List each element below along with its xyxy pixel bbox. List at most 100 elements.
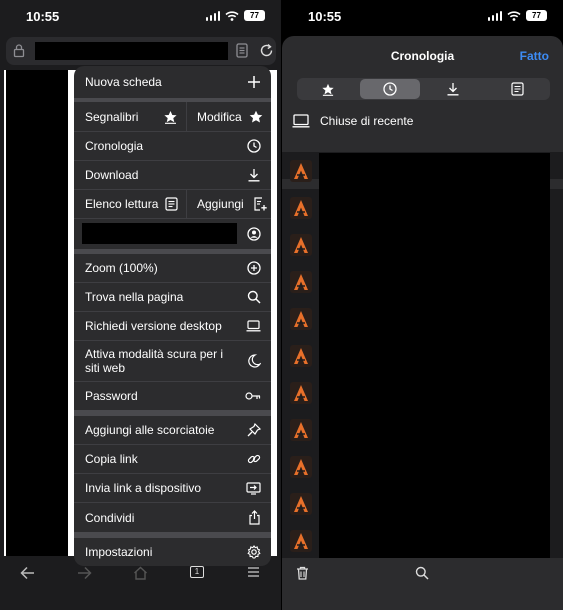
search-icon	[247, 290, 261, 304]
status-bar: 10:55 77	[282, 0, 563, 32]
account-icon	[247, 227, 261, 241]
right-phone: 10:55 77 Cronologia Fatto Chiuse di rece…	[282, 0, 563, 610]
status-icons: 77	[487, 10, 547, 21]
site-favicon-icon[interactable]	[290, 345, 312, 367]
page-redacted	[6, 70, 68, 556]
menu-item-label: Impostazioni	[85, 545, 153, 559]
site-favicon-icon[interactable]	[290, 308, 312, 330]
menu-item-label: Invia link a dispositivo	[85, 481, 202, 495]
tab-downloads[interactable]	[423, 79, 483, 99]
menu-item-label: Elenco lettura	[85, 197, 159, 211]
laptop-icon	[292, 114, 310, 128]
menu-item-label: Aggiungi alle scorciatoie	[85, 423, 215, 437]
zoom-in-icon	[247, 261, 261, 275]
menu-item-add-to-reading-list[interactable]: Aggiungi	[187, 190, 271, 219]
menu-item-bookmarks[interactable]: Segnalibri	[74, 102, 186, 132]
wifi-icon	[225, 10, 239, 21]
menu-item-dark-mode[interactable]: Attiva modalità scura per i siti web	[74, 341, 271, 382]
menu-item-label: Modifica	[197, 109, 242, 124]
main-menu-popup: Nuova scheda Segnalibri Modifica Cronolo…	[74, 66, 271, 566]
menu-item-label: Segnalibri	[85, 109, 139, 124]
reading-list-icon	[165, 197, 178, 211]
menu-item-label: Condividi	[85, 510, 135, 525]
back-arrow-icon[interactable]	[20, 566, 35, 580]
reload-icon[interactable]	[259, 43, 274, 58]
download-icon	[248, 169, 260, 182]
menu-item-copy-link[interactable]: Copia link	[74, 445, 271, 474]
menu-item-history[interactable]: Cronologia	[74, 132, 271, 161]
menu-item-zoom[interactable]: Zoom (100%)	[74, 254, 271, 283]
site-favicon-icon[interactable]	[290, 197, 312, 219]
menu-item-label: Aggiungi	[197, 197, 244, 211]
menu-item-download[interactable]: Download	[74, 161, 271, 190]
menu-item-settings[interactable]: Impostazioni	[74, 538, 271, 566]
bookmarks-star-icon	[322, 83, 334, 96]
tabs-count-button[interactable]: 1	[190, 566, 204, 578]
status-bar: 10:55 77	[0, 0, 281, 32]
reader-mode-icon[interactable]	[236, 43, 248, 58]
history-entries-redacted	[319, 153, 550, 558]
menu-item-find-in-page[interactable]: Trova nella pagina	[74, 283, 271, 312]
menu-item-label: Cronologia	[85, 139, 144, 153]
status-time: 10:55	[308, 9, 342, 24]
site-favicon-icon[interactable]	[290, 419, 312, 441]
menu-item-password[interactable]: Password	[74, 382, 271, 410]
history-list	[282, 140, 563, 558]
battery-indicator: 77	[526, 10, 547, 21]
site-favicon-icon[interactable]	[290, 382, 312, 404]
menu-item-label: Nuova scheda	[85, 75, 162, 89]
menu-item-share[interactable]: Condividi	[74, 503, 271, 532]
site-favicon-icon[interactable]	[290, 271, 312, 293]
menu-vertical-divider	[186, 190, 187, 219]
menu-item-label: Zoom (100%)	[85, 261, 158, 275]
menu-item-send-to-device[interactable]: Invia link a dispositivo	[74, 474, 271, 503]
send-to-device-icon	[246, 481, 261, 495]
done-button[interactable]: Fatto	[520, 49, 549, 63]
site-favicon-icon[interactable]	[290, 530, 312, 552]
address-bar[interactable]	[6, 37, 276, 65]
trash-icon[interactable]	[296, 566, 309, 580]
account-redacted	[82, 223, 237, 244]
wifi-icon	[507, 10, 521, 21]
plus-icon	[248, 76, 260, 88]
history-sheet: Cronologia Fatto Chiuse di recente	[282, 36, 563, 610]
menu-vertical-divider	[186, 102, 187, 132]
site-favicon-icon[interactable]	[290, 493, 312, 515]
status-icons: 77	[205, 10, 265, 21]
laptop-icon	[246, 320, 261, 332]
bookmarks-star-icon	[164, 110, 177, 124]
tab-history[interactable]	[360, 79, 420, 99]
site-favicon-icon[interactable]	[290, 160, 312, 182]
tab-bookmarks[interactable]	[298, 79, 358, 99]
recently-closed-label: Chiuse di recente	[320, 114, 414, 128]
left-phone: 10:55 77 1 Nuova scheda Segnalibri Modif…	[0, 0, 281, 610]
download-icon	[447, 83, 459, 96]
reading-list-icon	[511, 82, 524, 96]
forward-arrow-icon[interactable]	[77, 566, 92, 580]
menu-item-add-shortcut[interactable]: Aggiungi alle scorciatoie	[74, 416, 271, 445]
history-toolbar	[282, 558, 563, 610]
menu-item-new-tab[interactable]: Nuova scheda	[74, 66, 271, 98]
menu-item-reading-list[interactable]: Elenco lettura	[74, 190, 186, 219]
battery-indicator: 77	[244, 10, 265, 21]
menu-item-edit-bookmark[interactable]: Modifica	[187, 102, 271, 132]
moon-icon	[248, 354, 261, 368]
signal-icon	[205, 10, 220, 21]
gear-icon	[247, 545, 261, 559]
home-icon[interactable]	[133, 566, 148, 580]
site-favicon-icon[interactable]	[290, 456, 312, 478]
menu-item-label: Download	[85, 168, 139, 182]
site-favicon-icon[interactable]	[290, 234, 312, 256]
menu-item-label: Copia link	[85, 452, 138, 466]
menu-icon[interactable]	[247, 566, 260, 578]
recently-closed-row[interactable]: Chiuse di recente	[282, 108, 563, 134]
clock-icon	[247, 139, 261, 153]
search-icon[interactable]	[415, 566, 429, 580]
menu-item-request-desktop[interactable]: Richiedi versione desktop	[74, 312, 271, 341]
section-header	[282, 140, 563, 152]
share-icon	[249, 510, 260, 525]
link-icon	[247, 454, 261, 464]
tab-reading-list[interactable]	[486, 79, 549, 99]
lock-icon	[13, 44, 25, 58]
status-time: 10:55	[26, 9, 60, 24]
